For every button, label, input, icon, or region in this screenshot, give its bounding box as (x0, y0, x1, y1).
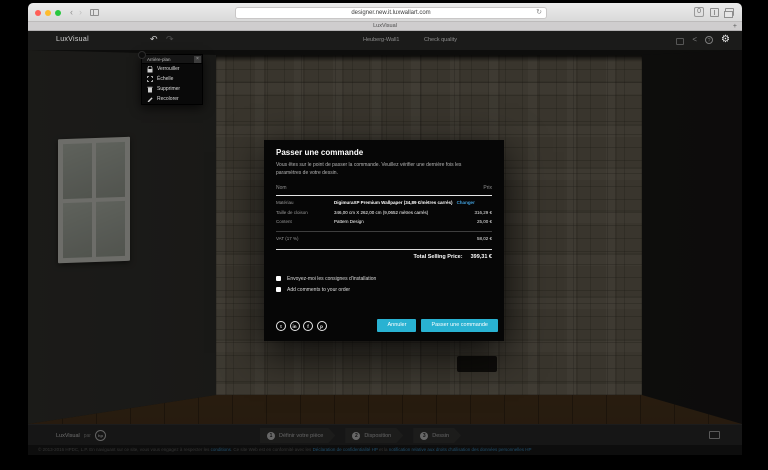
place-order-button[interactable]: Passer une commande (421, 319, 498, 332)
social-icons: t in f p (276, 321, 327, 331)
refresh-icon[interactable]: ↻ (536, 8, 542, 18)
toolbar-right-icons: 0 (694, 7, 734, 17)
install-instructions-checkbox[interactable] (276, 276, 281, 281)
close-window-button[interactable] (35, 10, 41, 16)
modal-buttons: Annuler Passer une commande (377, 319, 498, 332)
twitter-icon[interactable]: t (276, 321, 286, 331)
background-context-panel: Arrière-plan × Verrouiller Échelle Suppr… (141, 54, 203, 105)
back-icon[interactable]: ‹ (70, 7, 73, 18)
panel-handle-badge[interactable] (138, 51, 146, 59)
vat-row: VAT (17 %) 58,02 € (276, 232, 492, 245)
active-tab[interactable]: LuxVisual (28, 22, 742, 31)
header-icons: < ? ⚙ (676, 34, 730, 46)
col-name: Nom (276, 185, 287, 191)
help-icon[interactable]: ? (705, 36, 713, 44)
checkbox-row-comments: Add comments to your order (276, 284, 492, 295)
total-price: 399,31 € (471, 254, 492, 260)
recolor-icon (147, 96, 153, 102)
modal-title: Passer une commande (276, 148, 492, 157)
browser-toolbar: ‹ › designer.new.it.luxwallart.com ↻ 0 (28, 3, 742, 22)
share-page-icon[interactable] (710, 8, 719, 17)
table-row: Matériau DigimuraXP Premium Wallpaper (3… (276, 196, 492, 206)
settings-gear-icon[interactable]: ⚙ (721, 34, 730, 46)
zoom-window-button[interactable] (55, 10, 61, 16)
lock-icon (147, 66, 153, 73)
menu-item-delete[interactable]: Supprimer (142, 84, 202, 94)
redo-icon[interactable]: ↷ (166, 34, 174, 45)
sidebar-icon[interactable] (90, 9, 99, 16)
order-comments-checkbox[interactable] (276, 287, 281, 292)
panel-title: Arrière-plan (142, 55, 202, 64)
url-field[interactable]: designer.new.it.luxwallart.com ↻ (235, 7, 547, 19)
cancel-button[interactable]: Annuler (377, 319, 416, 332)
new-tab-button[interactable]: + (733, 22, 737, 31)
menu-item-scale[interactable]: Échelle (142, 74, 202, 84)
app-logo: LuxVisual (56, 36, 89, 43)
total-row: Total Selling Price: 399,31 € (276, 250, 492, 264)
forward-icon[interactable]: › (79, 7, 82, 18)
linkedin-icon[interactable]: in (290, 321, 300, 331)
app-header: LuxVisual ↶ ↷ Heuberg-Wall1 Check qualit… (28, 31, 742, 50)
undo-icon[interactable]: ↶ (150, 34, 158, 45)
tab-bar: LuxVisual + (28, 22, 742, 31)
share-icon[interactable]: < (692, 34, 697, 46)
table-header: Nom Prix (276, 185, 492, 196)
trash-icon (147, 86, 153, 93)
modal-subtitle: Vous êtes sur le point de passer la comm… (276, 162, 484, 178)
tab-overview-icon[interactable] (725, 8, 734, 16)
check-quality-button[interactable]: Check quality (424, 37, 457, 43)
counter-badge[interactable]: 0 (694, 7, 704, 17)
menu-item-lock[interactable]: Verrouiller (142, 64, 202, 74)
desktop: ‹ › designer.new.it.luxwallart.com ↻ 0 L… (0, 0, 768, 470)
url-text: designer.new.it.luxwallart.com (351, 10, 430, 16)
change-material-link[interactable]: Changer (457, 200, 475, 205)
minimize-window-button[interactable] (45, 10, 51, 16)
facebook-icon[interactable]: f (303, 321, 313, 331)
col-price: Prix (483, 185, 492, 191)
modal-footer: t in f p Annuler Passer une commande (276, 319, 498, 332)
table-row: Taille de cloison 346,00 cm X 262,00 cm … (276, 205, 492, 215)
pinterest-icon[interactable]: p (317, 321, 327, 331)
checkbox-row-install: Envoyez-moi les consignes d'installation (276, 273, 492, 284)
project-name[interactable]: Heuberg-Wall1 (363, 37, 399, 43)
order-modal: Passer une commande Vous êtes sur le poi… (264, 140, 504, 341)
panel-header[interactable]: Arrière-plan × (142, 55, 202, 64)
menu-item-recolor[interactable]: Recolorer (142, 94, 202, 104)
save-icon[interactable] (676, 38, 684, 45)
scale-icon (147, 76, 153, 82)
close-icon[interactable]: × (194, 56, 201, 63)
table-row: Content Pattern Design 25,00 € (276, 215, 492, 225)
modal-checkboxes: Envoyez-moi les consignes d'installation… (276, 273, 492, 295)
total-label: Total Selling Price: (413, 254, 462, 260)
